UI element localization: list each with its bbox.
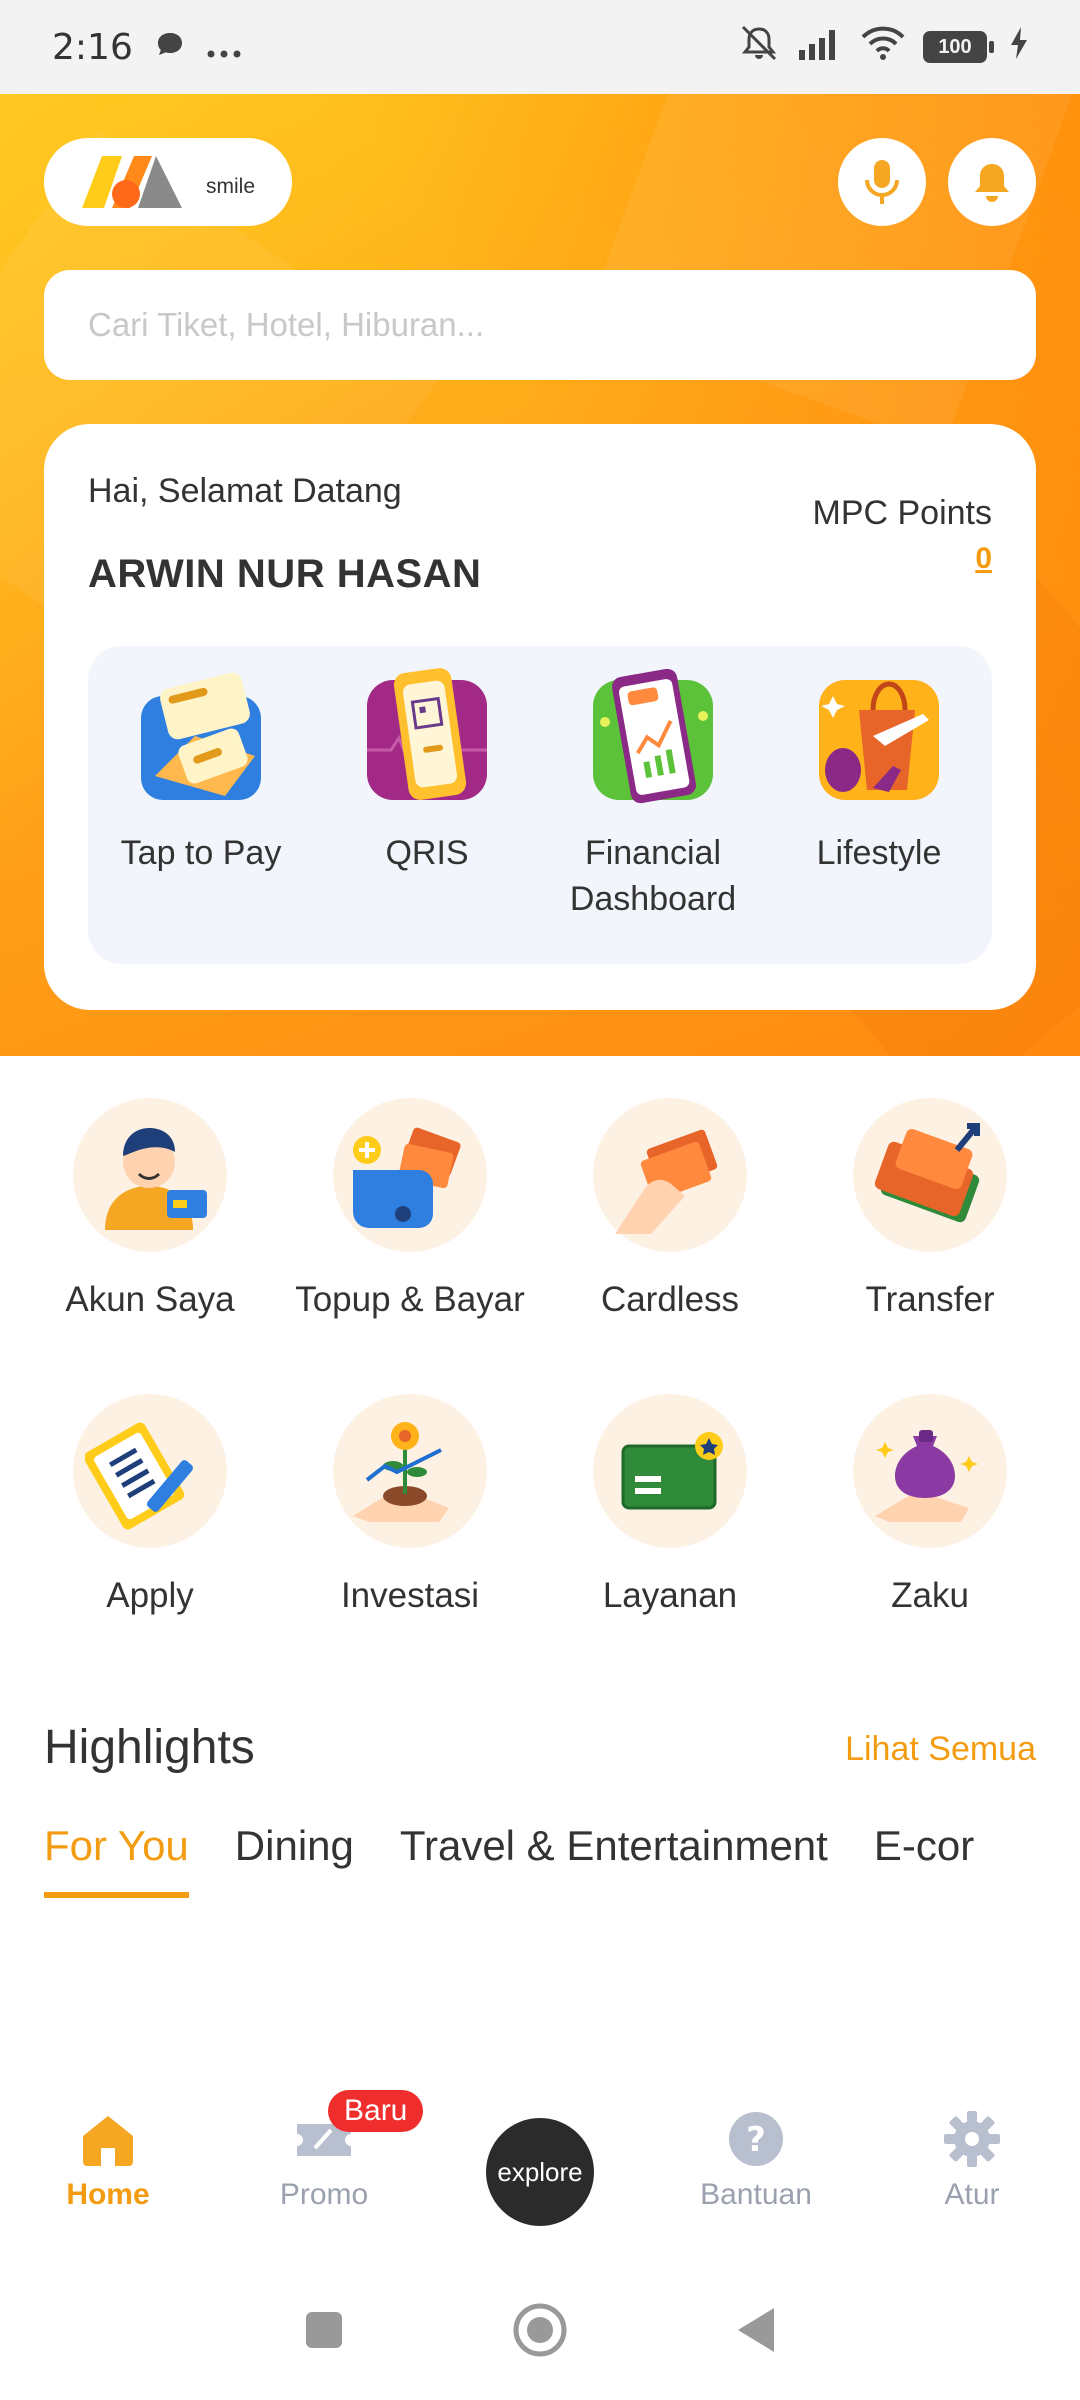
qris-icon <box>361 666 493 806</box>
nav-promo[interactable]: Promo Baru <box>216 2080 432 2240</box>
feature-qris[interactable]: QRIS <box>314 646 540 964</box>
bottom-navigation: Home Promo Baru explore ? Bantuan Atur <box>0 2080 1080 2240</box>
menu-label: Cardless <box>600 1280 740 1319</box>
battery-icon: 100 <box>923 31 994 63</box>
financial-dashboard-icon <box>587 666 719 806</box>
nav-label: Promo <box>279 2178 369 2211</box>
tab-ecommerce[interactable]: E-cor <box>874 1822 974 1898</box>
feature-shortcuts: Tap to Pay QRIS Financial Dashboard Life… <box>88 646 992 964</box>
menu-cardless[interactable]: Cardless <box>540 1098 800 1394</box>
menu-label: Investasi <box>340 1576 480 1615</box>
card-service-icon <box>593 1394 747 1548</box>
transfer-icon <box>853 1098 1007 1252</box>
feature-label: Tap to Pay <box>120 834 282 872</box>
bell-icon <box>975 164 1009 202</box>
tap-to-pay-icon <box>135 666 267 806</box>
feature-label: Lifestyle <box>816 834 942 872</box>
money-bag-icon <box>853 1394 1007 1548</box>
tab-dining[interactable]: Dining <box>235 1822 354 1898</box>
account-icon <box>73 1098 227 1252</box>
greeting-text: Hai, Selamat Datang <box>88 472 402 510</box>
feature-label: Financial Dashboard <box>569 834 737 918</box>
hero-banner: smile Cari Tiket, Hotel, Hiburan... Hai,… <box>0 94 1080 1056</box>
cardless-icon <box>593 1098 747 1252</box>
menu-label: Transfer <box>865 1280 995 1319</box>
points-value[interactable]: 0 <box>975 542 992 576</box>
microphone-icon <box>865 160 899 204</box>
menu-apply[interactable]: Apply <box>20 1394 280 1690</box>
menu-label: Layanan <box>602 1576 738 1615</box>
status-time: 2:16 <box>52 26 133 68</box>
nav-label: Atur <box>944 2178 1000 2211</box>
lifestyle-icon <box>813 666 945 806</box>
home-system-button[interactable] <box>512 2302 568 2363</box>
nav-label: Home <box>66 2178 150 2211</box>
investment-icon <box>333 1394 487 1548</box>
home-icon <box>83 2116 133 2166</box>
points-label: MPC Points <box>812 494 993 532</box>
menu-zaku[interactable]: Zaku <box>800 1394 1060 1690</box>
user-name: ARWIN NUR HASAN <box>88 552 482 596</box>
status-bar: 2:16 100 <box>0 0 1080 94</box>
charging-icon <box>1010 26 1028 68</box>
tab-travel-entertainment[interactable]: Travel & Entertainment <box>400 1822 828 1898</box>
feature-tap-to-pay[interactable]: Tap to Pay <box>88 646 314 964</box>
notifications-button[interactable] <box>948 138 1036 226</box>
nav-bantuan[interactable]: ? Bantuan <box>648 2080 864 2240</box>
recent-apps-button[interactable] <box>304 2310 344 2355</box>
main-menu: Akun Saya Topup & Bayar Cardless Transfe… <box>0 1098 1080 1690</box>
welcome-card: Hai, Selamat Datang ARWIN NUR HASAN MPC … <box>44 424 1036 1010</box>
mute-icon <box>737 23 781 72</box>
nav-home[interactable]: Home <box>0 2080 216 2240</box>
nav-explore[interactable]: explore <box>432 2080 648 2240</box>
highlights-tabs: For You Dining Travel & Entertainment E-… <box>0 1800 1080 1920</box>
explore-button[interactable]: explore <box>486 2118 594 2226</box>
menu-topup-bayar[interactable]: Topup & Bayar <box>280 1098 540 1394</box>
signal-icon <box>797 26 843 69</box>
feature-lifestyle[interactable]: Lifestyle <box>766 646 992 964</box>
see-all-link[interactable]: Lihat Semua <box>845 1730 1036 1769</box>
brand-logo[interactable]: smile <box>44 138 292 226</box>
chat-bubble-icon <box>155 26 185 68</box>
tab-for-you[interactable]: For You <box>44 1822 189 1898</box>
menu-label: Akun Saya <box>65 1280 235 1319</box>
battery-level: 100 <box>923 31 987 63</box>
menu-transfer[interactable]: Transfer <box>800 1098 1060 1394</box>
system-navigation <box>0 2264 1080 2400</box>
nav-atur[interactable]: Atur <box>864 2080 1080 2240</box>
menu-label: Apply <box>106 1576 194 1615</box>
feature-label: QRIS <box>385 834 469 872</box>
gear-icon <box>944 2111 1000 2167</box>
back-button[interactable] <box>736 2306 776 2359</box>
voice-search-button[interactable] <box>838 138 926 226</box>
menu-label: Topup & Bayar <box>295 1280 525 1319</box>
wifi-icon <box>859 25 907 70</box>
search-input[interactable]: Cari Tiket, Hotel, Hiburan... <box>44 270 1036 380</box>
menu-layanan[interactable]: Layanan <box>540 1394 800 1690</box>
search-placeholder: Cari Tiket, Hotel, Hiburan... <box>88 306 485 343</box>
clipboard-icon <box>73 1394 227 1548</box>
menu-investasi[interactable]: Investasi <box>280 1394 540 1690</box>
wallet-icon <box>333 1098 487 1252</box>
menu-akun-saya[interactable]: Akun Saya <box>20 1098 280 1394</box>
menu-label: Zaku <box>891 1576 969 1615</box>
m-logo-icon <box>82 156 182 208</box>
new-badge: Baru <box>328 2090 424 2132</box>
feature-financial-dashboard[interactable]: Financial Dashboard <box>540 646 766 964</box>
nav-label: Bantuan <box>700 2178 812 2211</box>
svg-text:?: ? <box>746 2120 766 2160</box>
highlights-title: Highlights <box>44 1721 255 1774</box>
help-icon: ? <box>729 2112 783 2166</box>
logo-text: smile <box>206 175 256 198</box>
more-notifications-icon <box>207 26 241 68</box>
